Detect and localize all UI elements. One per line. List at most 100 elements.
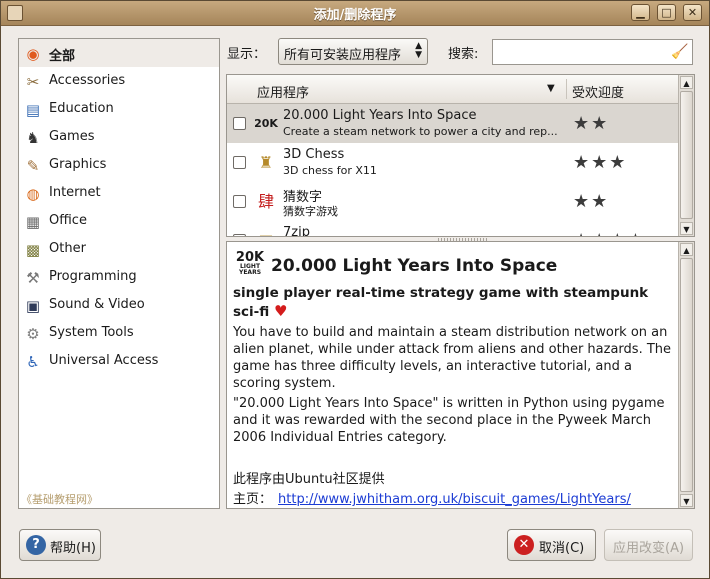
list-scrollbar[interactable]: ▲ ▼ [678,75,694,236]
sidebar-item[interactable]: ♞ Games [19,123,219,151]
sidebar-item[interactable]: ◍ Internet [19,179,219,207]
detail-scroll-thumb[interactable] [680,258,693,492]
scroll-down-icon[interactable]: ▼ [680,222,693,235]
internet-icon: ◍ [26,185,40,203]
lightyears-icon: 20K [254,117,278,130]
chess-icon: ♜ [258,153,274,172]
sidebar-item[interactable]: ▦ Office [19,207,219,235]
apply-button-label: 应用改变(A) [613,541,685,556]
lightyears-logo-icon: 20K LIGHT YEARS [233,251,267,280]
cancel-icon: ✕ [514,535,534,555]
sidebar-item[interactable]: ♿ Universal Access [19,347,219,375]
sidebar-item-label: Accessories [49,73,126,88]
sound-video-icon: ▣ [25,297,41,315]
sidebar-item[interactable]: ▩ Other [19,235,219,263]
title-bar: 添加/删除程序 ▁ □ ✕ [1,1,709,26]
sidebar-item[interactable]: ⚙ System Tools [19,319,219,347]
cancel-button-label: 取消(C) [539,541,585,556]
sidebar-item[interactable]: ◉ 全部 [19,39,219,67]
heart-icon: ♥ [273,302,288,320]
install-checkbox[interactable] [233,156,246,169]
table-row[interactable]: ♜ 3D Chess 3D chess for X11 ★★★ [227,143,679,182]
show-filter-value: 所有可安装应用程序 [284,48,402,63]
archive-icon: ▤ [254,229,278,236]
sidebar-item-label: Education [49,101,114,116]
close-button[interactable]: ✕ [683,4,702,21]
detail-description-2: "20.000 Light Years Into Space" is writt… [233,396,665,445]
homepage-label: 主页： [233,492,273,507]
list-header: 应用程序 ▼ 受欢迎度 [227,75,679,104]
sidebar-footer: 《基础教程网》 [21,493,98,506]
add-remove-window: 添加/删除程序 ▁ □ ✕ ◉ 全部 ✂ Accessories ▤ Education ♞… [0,0,710,579]
column-separator [566,79,567,99]
office-icon: ▦ [25,213,41,231]
popularity-stars: ★★★★ [573,230,646,236]
detail-summary: single player real-time strategy game wi… [233,284,673,321]
app-detail-pane: 20K LIGHT YEARS 20.000 Light Years Into … [226,241,695,509]
application-list: 应用程序 ▼ 受欢迎度 20K 20.000 Light Years Into S… [226,74,695,237]
sidebar-item[interactable]: ⚒ Programming [19,263,219,291]
universal-access-icon: ♿ [26,353,40,371]
sidebar-item-label: Other [49,241,86,256]
app-description: 3D chess for X11 [283,164,377,177]
detail-provider: 此程序由Ubuntu社区提供 [233,472,385,487]
detail-scroll-up-icon[interactable]: ▲ [680,243,693,256]
sidebar-item-label: Office [49,213,87,228]
install-checkbox[interactable] [233,117,246,130]
app-description: 猜数字游戏 [283,205,338,218]
sidebar-item[interactable]: ✎ Graphics [19,151,219,179]
popularity-stars: ★★★ [573,152,628,173]
help-button[interactable]: ? 帮助(H) [19,529,101,561]
cancel-button[interactable]: ✕ 取消(C) [507,529,596,561]
apply-changes-button[interactable]: 应用改变(A) [604,529,693,561]
window-title: 添加/删除程序 [313,8,397,23]
category-sidebar: ◉ 全部 ✂ Accessories ▤ Education ♞ Games ✎ Graphics… [18,38,220,509]
sidebar-item-label: Universal Access [49,353,159,368]
scroll-thumb[interactable] [680,91,693,219]
sidebar-item-label: Internet [49,185,101,200]
minimize-button[interactable]: ▁ [631,4,650,21]
maximize-button[interactable]: □ [657,4,676,21]
detail-description-1: You have to build and maintain a steam d… [233,325,672,391]
show-label: 显示： [227,47,267,62]
games-icon: ♞ [26,129,40,147]
show-filter-combo[interactable]: 所有可安装应用程序 ▲ ▼ [278,38,428,65]
help-icon: ? [26,535,46,555]
table-row[interactable]: ▤ 7zip ★★★★ [227,221,679,237]
programming-icon: ⚒ [26,269,40,287]
homepage-link[interactable]: http://www.jwhitham.org.uk/biscuit_games… [278,492,631,507]
app-name: 7zip [283,225,310,237]
sidebar-item[interactable]: ▤ Education [19,95,219,123]
search-label: 搜索: [448,47,479,62]
clear-search-icon[interactable]: 🧹 [671,43,688,61]
column-popularity[interactable]: 受欢迎度 [572,82,624,101]
popularity-stars: ★★ [573,191,610,212]
column-app[interactable]: 应用程序 [257,82,309,101]
app-description: Create a steam network to power a city a… [283,125,558,138]
table-row[interactable]: 肆猜数字 猜数字游戏 ★★ [227,182,679,221]
sidebar-item-label: Sound & Video [49,297,145,312]
logo-sub-text: LIGHT YEARS [238,263,262,276]
detail-scrollbar[interactable]: ▲ ▼ [678,242,694,508]
graphics-icon: ✎ [26,157,40,175]
popularity-stars: ★★ [573,113,610,134]
help-button-label: 帮助(H) [50,541,96,556]
sidebar-item[interactable]: ▣ Sound & Video [19,291,219,319]
install-checkbox[interactable] [233,195,246,208]
detail-homepage: 主页： http://www.jwhitham.org.uk/biscuit_ga… [233,488,631,507]
app-name: 20.000 Light Years Into Space [283,108,477,123]
detail-scroll-down-icon[interactable]: ▼ [680,494,693,507]
sidebar-item-label: 全部 [49,49,76,64]
table-row[interactable]: 20K 20.000 Light Years Into Space Create a… [227,104,679,143]
app-name: 3D Chess [283,147,345,162]
combo-arrows-icon: ▲ ▼ [415,41,422,60]
detail-app-name: 20.000 Light Years Into Space [271,256,558,276]
search-input[interactable]: 🧹 [492,39,693,65]
sidebar-item[interactable]: ✂ Accessories [19,67,219,95]
sort-arrow-icon: ▼ [547,83,555,94]
guess-number-icon: 肆 [257,192,274,211]
sidebar-item-label: Graphics [49,157,107,172]
scroll-up-icon[interactable]: ▲ [680,76,693,89]
install-checkbox[interactable] [233,234,246,236]
summary-text: single player real-time strategy game wi… [233,285,649,320]
